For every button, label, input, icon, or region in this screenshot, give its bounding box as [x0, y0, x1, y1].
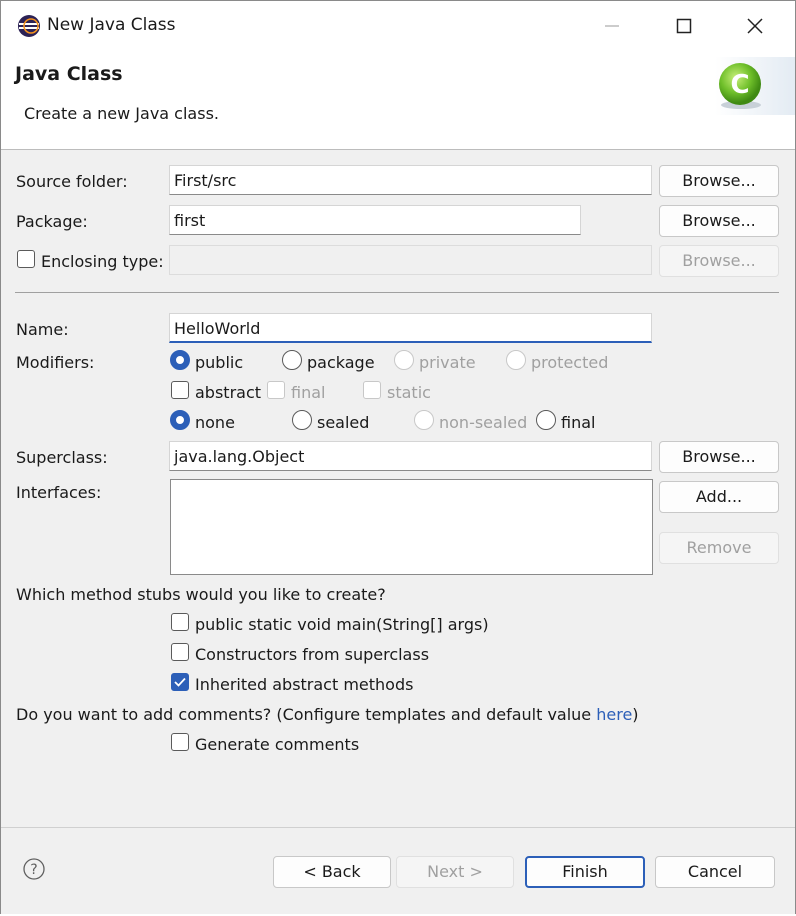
comments-question: Do you want to add comments? (Configure … — [16, 705, 639, 724]
generate-comments-label: Generate comments — [195, 735, 360, 754]
interfaces-remove-button: Remove — [659, 532, 779, 564]
stub-main-label: public static void main(String[] args) — [195, 615, 489, 634]
back-button[interactable]: < Back — [273, 856, 391, 888]
modifier-public-label: public — [195, 353, 244, 372]
modifiers-label: Modifiers: — [16, 353, 95, 372]
superclass-field[interactable]: java.lang.Object — [169, 441, 652, 471]
modifier-package-label: package — [307, 353, 375, 372]
help-icon[interactable]: ? — [23, 858, 45, 880]
package-field[interactable]: first — [169, 205, 581, 235]
modifier-final-label: final — [291, 383, 326, 402]
stub-constructors-label: Constructors from superclass — [195, 645, 430, 664]
interfaces-list[interactable] — [170, 479, 653, 575]
sealing-none-radio[interactable] — [170, 410, 190, 430]
page-description: Create a new Java class. — [24, 104, 219, 123]
window-title: New Java Class — [47, 15, 176, 35]
title-bar: New Java Class — [1, 1, 795, 51]
close-button[interactable] — [730, 9, 780, 43]
page-title: Java Class — [15, 63, 123, 85]
modifier-protected-radio — [506, 350, 526, 370]
modifier-public-radio[interactable] — [170, 350, 190, 370]
package-label: Package: — [16, 212, 88, 231]
stubs-question: Which method stubs would you like to cre… — [16, 585, 386, 604]
superclass-browse-button[interactable]: Browse... — [659, 441, 779, 473]
sealing-non-sealed-label: non-sealed — [439, 413, 528, 432]
comments-question-text: Do you want to add comments? (Configure … — [16, 705, 597, 724]
modifier-private-label: private — [419, 353, 476, 372]
stub-inherited-checkbox[interactable] — [171, 673, 189, 691]
sealing-sealed-label: sealed — [317, 413, 370, 432]
sealing-final-radio[interactable] — [536, 410, 556, 430]
svg-text:?: ? — [30, 862, 37, 878]
minimize-button[interactable] — [587, 9, 637, 43]
next-button: Next > — [396, 856, 514, 888]
source-folder-field[interactable]: First/src — [169, 165, 652, 195]
wizard-header: Java Class Create a new Java class. C — [1, 51, 795, 150]
finish-button[interactable]: Finish — [525, 856, 645, 888]
comments-question-end: ) — [632, 705, 639, 724]
enclosing-type-checkbox[interactable] — [17, 250, 35, 268]
modifier-abstract-checkbox[interactable] — [171, 381, 189, 399]
enclosing-type-browse-button: Browse... — [659, 245, 779, 277]
modifier-package-radio[interactable] — [282, 350, 302, 370]
sealing-final-label: final — [561, 413, 596, 432]
modifier-static-label: static — [387, 383, 431, 402]
sealing-none-label: none — [195, 413, 235, 432]
sealing-non-sealed-radio — [414, 410, 434, 430]
sealing-sealed-radio[interactable] — [292, 410, 312, 430]
new-java-class-dialog: New Java Class Java Class Create a new J… — [0, 0, 796, 914]
modifier-final-checkbox — [267, 381, 285, 399]
enclosing-type-field — [169, 245, 652, 275]
cancel-button[interactable]: Cancel — [655, 856, 775, 888]
interfaces-add-button[interactable]: Add... — [659, 481, 779, 513]
name-field[interactable]: HelloWorld — [169, 313, 652, 343]
button-bar: ? < Back Next > Finish Cancel — [1, 827, 795, 914]
svg-text:C: C — [730, 70, 749, 100]
eclipse-icon — [17, 14, 41, 38]
stub-inherited-label: Inherited abstract methods — [195, 675, 414, 694]
source-folder-label: Source folder: — [16, 172, 128, 191]
modifier-protected-label: protected — [531, 353, 609, 372]
stub-constructors-checkbox[interactable] — [171, 643, 189, 661]
name-label: Name: — [16, 320, 69, 339]
enclosing-type-label: Enclosing type: — [41, 252, 164, 271]
checkmark-icon — [174, 677, 186, 687]
maximize-button[interactable] — [659, 9, 709, 43]
separator — [15, 292, 779, 293]
new-class-wizard-icon: C — [715, 57, 795, 115]
modifier-abstract-label: abstract — [195, 383, 262, 402]
modifier-private-radio — [394, 350, 414, 370]
stub-main-checkbox[interactable] — [171, 613, 189, 631]
package-browse-button[interactable]: Browse... — [659, 205, 779, 237]
modifier-static-checkbox — [363, 381, 381, 399]
source-folder-browse-button[interactable]: Browse... — [659, 165, 779, 197]
generate-comments-checkbox[interactable] — [171, 733, 189, 751]
configure-templates-link[interactable]: here — [596, 705, 632, 724]
interfaces-label: Interfaces: — [16, 483, 102, 502]
superclass-label: Superclass: — [16, 448, 108, 467]
